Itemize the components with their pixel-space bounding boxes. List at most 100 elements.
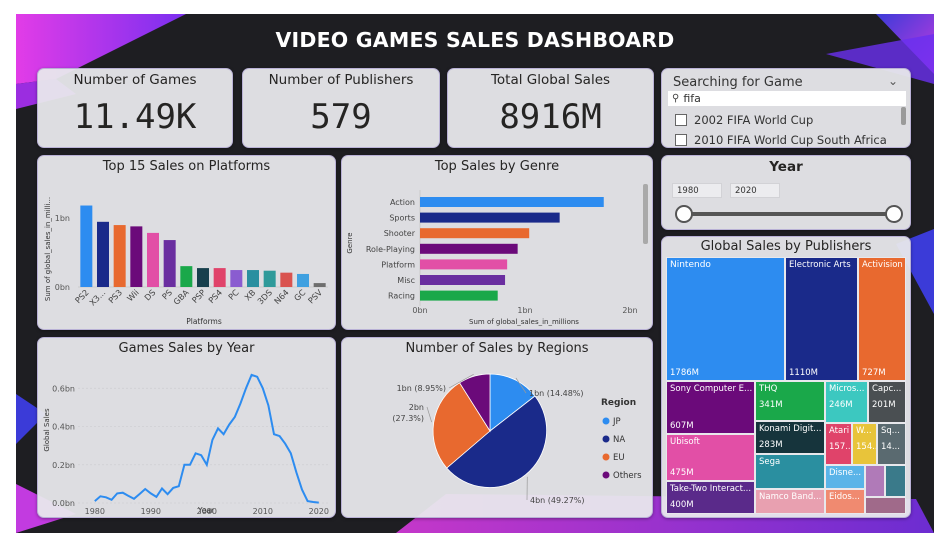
treemap-cell[interactable] (865, 465, 885, 497)
slicer-option[interactable]: 2010 FIFA World Cup South Africa (675, 133, 887, 147)
treemap-cell[interactable]: THQ 341M (755, 381, 825, 421)
x-tick-label: 2010 (253, 507, 273, 516)
treemap-cell[interactable]: Sony Computer E... 607M (666, 381, 755, 434)
treemap-cell[interactable]: Capc... 201M (868, 381, 906, 423)
bar (263, 270, 276, 287)
treemap-label: Take-Two Interact... (670, 484, 752, 494)
treemap-cell[interactable]: W... 154... (852, 423, 877, 465)
treemap-label: Nintendo (670, 260, 711, 270)
year-end-input[interactable]: 2020 (730, 183, 780, 198)
treemap-value: 14... (881, 442, 900, 452)
bar (420, 275, 506, 285)
slider-handle-end[interactable] (885, 205, 903, 223)
year-chart-card: Games Sales by Year Global Sales Year 0.… (37, 337, 336, 518)
checkbox[interactable] (675, 134, 687, 146)
bar (420, 259, 508, 270)
slicer-option[interactable]: 2002 FIFA World Cup (675, 113, 813, 127)
treemap-value: 157... (829, 442, 852, 452)
treemap-cell[interactable]: Sega (755, 454, 825, 489)
x-tick-label: 1990 (141, 507, 161, 516)
treemap-cell[interactable]: Atari 157... (825, 423, 852, 465)
x-tick-label: X3... (87, 287, 107, 307)
bar (280, 272, 293, 287)
slice-label: 1bn (14.48%) (529, 389, 584, 398)
legend-label: Others (613, 471, 642, 481)
bar (130, 226, 143, 287)
treemap-label: Disne... (829, 468, 862, 478)
chart-title: Global Sales by Publishers (700, 239, 872, 254)
x-tick-label: PSV (306, 287, 324, 305)
treemap-value: 1110M (789, 368, 818, 378)
search-box[interactable]: ⚲ fifa (668, 91, 906, 106)
y-tick-label: 0.2bn (52, 461, 75, 470)
search-icon: ⚲ (672, 93, 680, 104)
search-input[interactable]: fifa (683, 92, 701, 105)
x-tick-label: N64 (272, 287, 291, 306)
sales-line (94, 373, 319, 504)
legend-dot (602, 417, 610, 425)
x-tick-label: Wii (125, 287, 141, 303)
bar (247, 270, 259, 287)
bar (313, 283, 326, 287)
treemap-cell[interactable]: Nintendo 1786M (666, 257, 785, 381)
treemap-cell[interactable]: Namco Band... (755, 489, 825, 514)
bar (113, 225, 126, 287)
legend-title: Region (601, 398, 636, 408)
bar (420, 212, 560, 223)
x-tick-label: 2020 (309, 507, 329, 516)
y-tick-label: Sports (389, 214, 415, 223)
slider-handle-start[interactable] (675, 205, 693, 223)
treemap-cell[interactable]: Konami Digit... 283M (755, 421, 825, 454)
x-tick-label: PC (226, 287, 241, 302)
legend-label: EU (613, 453, 625, 463)
legend-label: NA (613, 435, 625, 445)
treemap-value: 341M (759, 400, 783, 410)
regions-pie-chart: Region 1bn (14.48%) 4bn (49.27%) 2bn (27.3%… (392, 373, 642, 505)
treemap-cell[interactable]: Eidos... (825, 489, 865, 514)
treemap-label: Sony Computer E... (670, 384, 752, 394)
chevron-down-icon[interactable]: ⌄ (888, 74, 898, 88)
legend-dot (602, 453, 610, 461)
y-tick-label: 0.0bn (52, 499, 75, 508)
x-tick-label: 1bn (517, 306, 532, 315)
y-tick-label: 0.6bn (52, 384, 75, 393)
y-tick-label: 0.4bn (52, 423, 75, 432)
checkbox[interactable] (675, 114, 687, 126)
treemap-value: 154... (856, 442, 876, 452)
y-tick-label: Platform (381, 260, 415, 269)
scrollbar[interactable] (901, 107, 906, 125)
dashboard-title: VIDEO GAMES SALES DASHBOARD (275, 28, 675, 52)
publishers-treemap: Nintendo 1786M Electronic Arts 1110M Activis… (666, 257, 906, 514)
x-tick-label: DS (142, 287, 157, 302)
slider-track[interactable] (682, 212, 894, 216)
genre-chart-card: Top Sales by Genre Genre Sum of global_s… (341, 155, 653, 330)
treemap-cell[interactable] (865, 497, 906, 514)
treemap-cell[interactable]: Disne... (825, 465, 865, 489)
treemap-cell[interactable]: Ubisoft 475M (666, 434, 755, 481)
bar (230, 270, 243, 287)
year-slicer: Year 1980 2020 (661, 155, 911, 230)
genre-bar-chart: Genre Sum of global_sales_in_millions 0b… (346, 190, 638, 326)
treemap-cell[interactable]: Sq... 14... (877, 423, 906, 465)
y-tick-label: Action (390, 198, 415, 207)
bar (197, 268, 209, 287)
bar (420, 228, 530, 239)
treemap-cell[interactable]: Take-Two Interact... 400M (666, 481, 755, 514)
legend-dot (602, 471, 610, 479)
treemap-value: 201M (872, 400, 896, 410)
treemap-cell[interactable] (885, 465, 906, 497)
slice-label: 4bn (49.27%) (530, 496, 585, 505)
year-start-input[interactable]: 1980 (672, 183, 722, 198)
treemap-cell[interactable]: Activision 727M (858, 257, 906, 381)
treemap-value: 246M (829, 400, 853, 410)
bar (97, 221, 109, 287)
x-tick-label: 1980 (85, 507, 105, 516)
treemap-value: 727M (862, 368, 886, 378)
legend-dot (602, 435, 610, 443)
y-tick-label: 1bn (55, 214, 70, 223)
treemap-cell[interactable]: Micros... 246M (825, 381, 868, 423)
publishers-treemap-card: Global Sales by Publishers Nintendo 1786M… (661, 236, 911, 518)
y-axis-label: Genre (346, 232, 354, 253)
treemap-label: Micros... (829, 384, 865, 394)
treemap-cell[interactable]: Electronic Arts 1110M (785, 257, 858, 381)
